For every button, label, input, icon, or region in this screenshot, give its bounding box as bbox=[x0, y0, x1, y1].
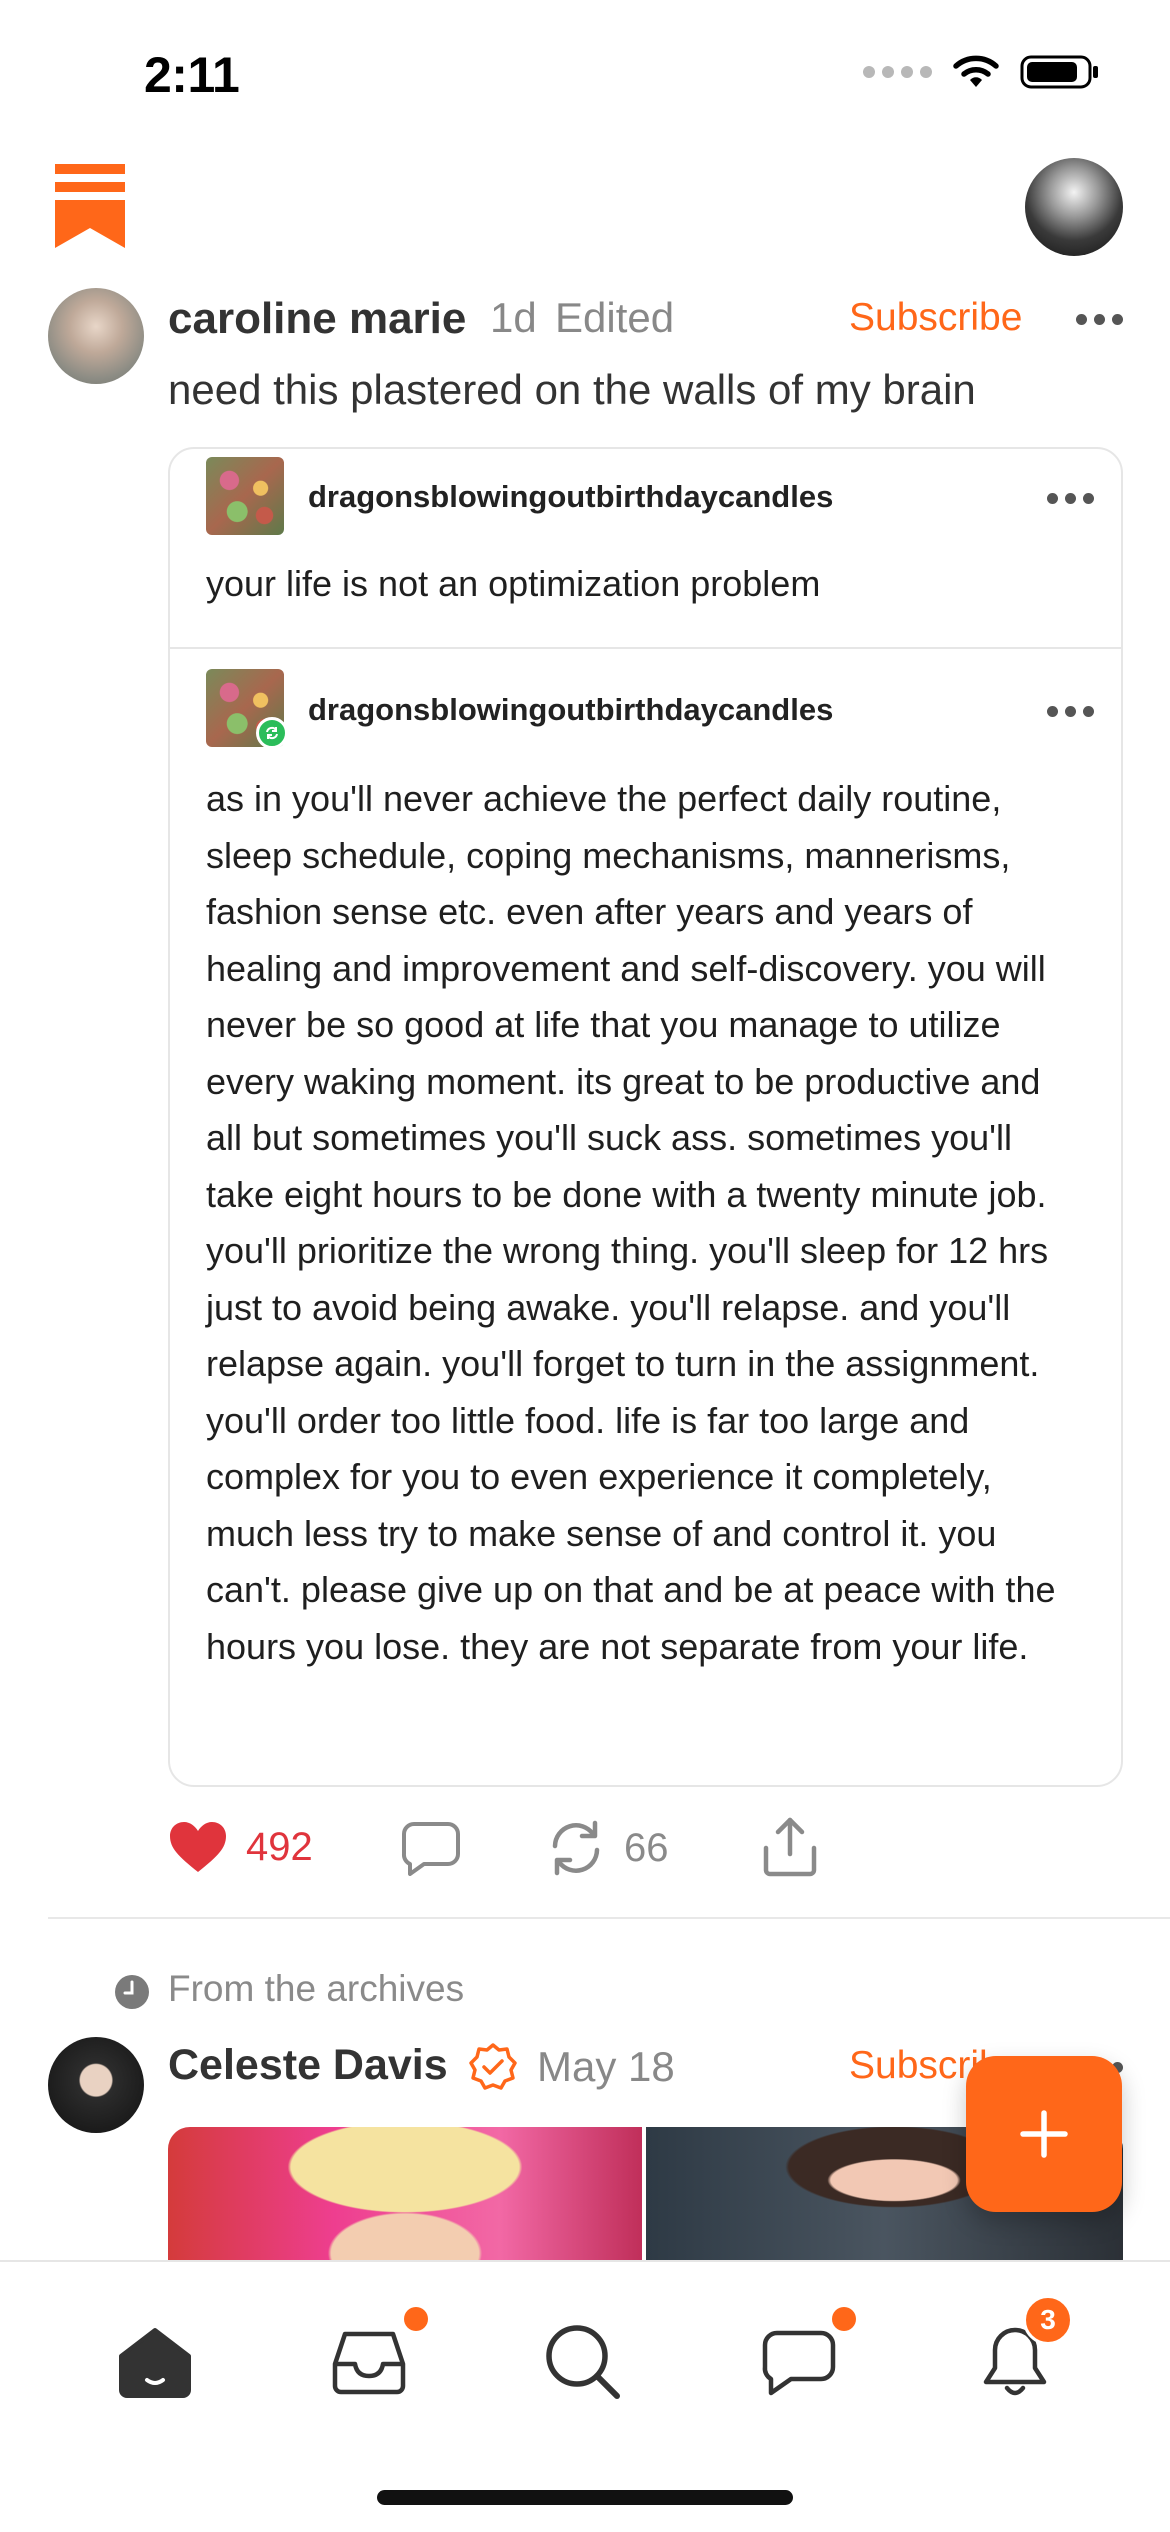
like-button[interactable]: 492 bbox=[168, 1820, 313, 1874]
nav-chat[interactable] bbox=[744, 2307, 856, 2417]
archive-date: May 18 bbox=[537, 2043, 675, 2090]
divider bbox=[170, 647, 1121, 649]
wifi-icon bbox=[953, 55, 999, 87]
substack-logo-icon[interactable] bbox=[55, 164, 125, 253]
post-time: 1d bbox=[490, 294, 537, 341]
heart-icon bbox=[170, 1822, 226, 1872]
status-bar: 2:11 bbox=[0, 0, 1170, 150]
share-button[interactable] bbox=[760, 1814, 820, 1878]
status-time: 2:11 bbox=[144, 47, 240, 103]
cellular-signal-icon bbox=[863, 66, 932, 78]
note-avatar[interactable] bbox=[206, 457, 284, 535]
archive-label: From the archives bbox=[168, 1968, 465, 2009]
notification-count-badge: 3 bbox=[1023, 2295, 1073, 2345]
quoted-note-card[interactable]: dragonsblowingoutbirthdaycandles your li… bbox=[168, 447, 1123, 1787]
post-more-icon[interactable] bbox=[1076, 314, 1123, 325]
post-text: need this plastered on the walls of my b… bbox=[168, 366, 976, 413]
archive-image bbox=[168, 2127, 642, 2260]
inbox-icon bbox=[332, 2331, 406, 2395]
compose-button[interactable] bbox=[966, 2056, 1122, 2212]
status-indicators bbox=[863, 54, 1100, 90]
inbox-unread-dot bbox=[404, 2307, 428, 2331]
archive-author-avatar[interactable] bbox=[48, 2037, 144, 2133]
note-text: as in you'll never achieve the perfect d… bbox=[206, 778, 1056, 1667]
comment-button[interactable] bbox=[400, 1820, 462, 1876]
restack-count: 66 bbox=[624, 1825, 669, 1870]
profile-avatar[interactable] bbox=[1025, 158, 1123, 256]
note-more-icon[interactable] bbox=[1047, 493, 1094, 504]
note-username[interactable]: dragonsblowingoutbirthdaycandles bbox=[308, 479, 833, 515]
nav-search[interactable] bbox=[528, 2307, 638, 2417]
note-username[interactable]: dragonsblowingoutbirthdaycandles bbox=[308, 692, 833, 728]
chat-unread-dot bbox=[832, 2307, 856, 2331]
chat-icon bbox=[762, 2330, 836, 2396]
like-count: 492 bbox=[246, 1824, 313, 1869]
nav-notifications[interactable]: 3 bbox=[960, 2295, 1073, 2417]
search-icon bbox=[546, 2325, 620, 2399]
subscribe-button[interactable]: Subscribe bbox=[849, 296, 1022, 340]
archive-author-name[interactable]: Celeste Davis bbox=[168, 2041, 448, 2090]
post-author-avatar[interactable] bbox=[48, 288, 144, 384]
share-icon bbox=[763, 1817, 817, 1877]
restack-icon bbox=[552, 1820, 600, 1876]
plus-icon bbox=[1020, 2110, 1068, 2158]
note-more-icon[interactable] bbox=[1047, 706, 1094, 717]
nav-inbox[interactable] bbox=[314, 2307, 428, 2417]
divider bbox=[48, 1917, 1170, 1919]
home-icon bbox=[119, 2328, 191, 2398]
post-author-name[interactable]: caroline marie bbox=[168, 294, 466, 344]
clock-icon bbox=[115, 1975, 149, 2009]
home-indicator[interactable] bbox=[377, 2490, 793, 2505]
restack-badge-icon bbox=[256, 717, 288, 749]
post-actions: 492 66 bbox=[168, 1810, 868, 1882]
restack-button[interactable]: 66 bbox=[546, 1818, 669, 1878]
comment-icon bbox=[402, 1822, 460, 1876]
verified-icon bbox=[469, 2043, 517, 2090]
nav-home[interactable] bbox=[100, 2307, 210, 2417]
post-edited-label: Edited bbox=[555, 294, 675, 341]
battery-icon bbox=[1020, 55, 1098, 89]
note-text: your life is not an optimization problem bbox=[206, 563, 821, 604]
